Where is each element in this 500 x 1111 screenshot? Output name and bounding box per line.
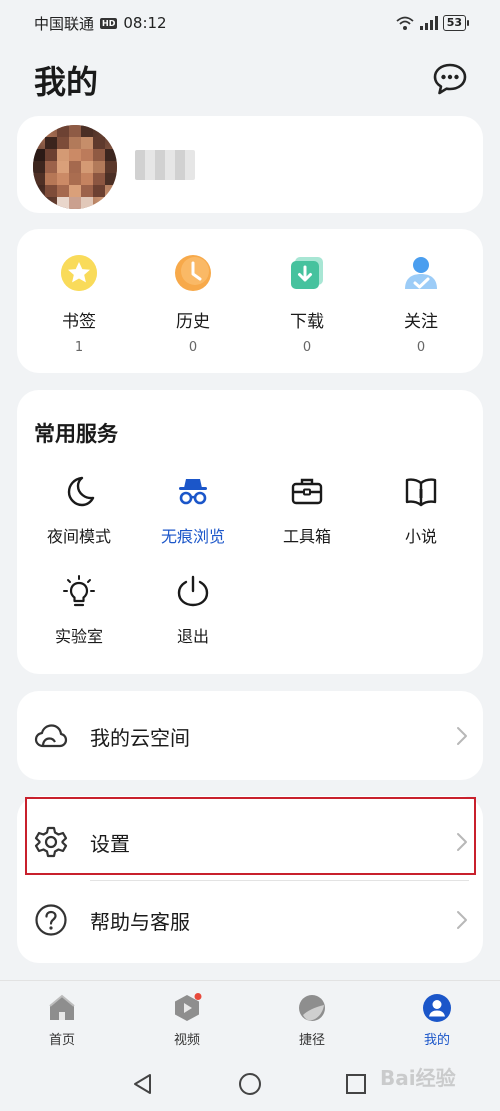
service-label-incognito: 无痕浏览 — [160, 527, 225, 546]
stat-label-history: 历史 — [176, 312, 210, 332]
incognito-icon — [179, 479, 207, 505]
service-night-mode[interactable]: 夜间模式 — [24, 474, 134, 547]
status-left: 中国联通 HD 08:12 — [34, 13, 167, 34]
watermark: Bai经验 — [380, 1066, 456, 1090]
nav-video[interactable]: 视频 — [147, 993, 227, 1048]
bottom-nav: 首页 视频 捷径 我的 — [0, 980, 500, 1058]
stat-value-history: 0 — [188, 340, 198, 355]
stat-downloads[interactable]: 下载 0 — [257, 253, 357, 355]
power-icon — [177, 575, 209, 607]
menu-label-help: 帮助与客服 — [90, 909, 190, 934]
settings-highlight-box — [25, 797, 476, 875]
avatar[interactable] — [33, 125, 117, 209]
recents-square-icon[interactable] — [344, 1072, 368, 1096]
status-bar: 中国联通 HD 08:12 53 — [0, 0, 500, 46]
status-right: 53 — [395, 15, 470, 31]
service-label-exit: 退出 — [176, 627, 209, 646]
services-card: 常用服务 夜间模式 无痕浏览 工具箱 小说 实验室 退出 — [17, 390, 483, 674]
wifi-icon — [396, 16, 414, 30]
toolbox-icon — [291, 478, 323, 505]
stat-label-following: 关注 — [404, 312, 438, 332]
lightbulb-icon — [63, 575, 95, 607]
profile-icon — [423, 994, 451, 1022]
page-title: 我的 — [34, 63, 99, 101]
chevron-right-icon — [457, 911, 467, 929]
status-time: 08:12 — [123, 14, 167, 32]
service-incognito[interactable]: 无痕浏览 — [138, 474, 248, 547]
home-icon — [49, 994, 75, 1020]
download-icon — [291, 257, 323, 289]
carrier-name: 中国联通 — [34, 14, 95, 33]
nav-label-home: 首页 — [48, 1033, 75, 1048]
cloud-icon — [34, 724, 68, 748]
chat-bubble-icon[interactable] — [432, 62, 468, 96]
bookmark-star-icon — [61, 255, 97, 291]
nav-label-shortcut: 捷径 — [298, 1033, 325, 1048]
service-exit[interactable]: 退出 — [138, 574, 248, 647]
signal-icon — [419, 16, 438, 30]
stat-label-bookmarks: 书签 — [62, 312, 96, 332]
service-label-night-mode: 夜间模式 — [46, 527, 111, 546]
back-triangle-icon[interactable] — [131, 1072, 155, 1096]
menu-row-help[interactable]: 帮助与客服 — [17, 880, 483, 960]
battery-indicator: 53 — [442, 15, 470, 31]
nav-profile[interactable]: 我的 — [397, 993, 477, 1048]
username-blurred — [135, 150, 195, 180]
service-label-novel: 小说 — [404, 527, 437, 546]
menu-row-cloud[interactable]: 我的云空间 — [17, 696, 483, 776]
nav-label-profile: 我的 — [423, 1033, 450, 1048]
nav-home[interactable]: 首页 — [22, 993, 102, 1048]
stats-card: 书签 1 历史 0 下载 0 关注 0 — [17, 229, 483, 373]
service-label-lab: 实验室 — [54, 627, 103, 646]
stat-value-following: 0 — [416, 340, 426, 355]
stat-history[interactable]: 历史 0 — [143, 253, 243, 355]
menu-label-cloud: 我的云空间 — [90, 725, 190, 750]
follow-user-icon — [405, 257, 437, 289]
stat-bookmarks[interactable]: 书签 1 — [29, 253, 129, 355]
home-circle-icon[interactable] — [238, 1072, 262, 1096]
video-icon — [175, 993, 202, 1021]
book-icon — [405, 478, 437, 507]
service-label-toolbox: 工具箱 — [282, 527, 331, 546]
profile-card[interactable] — [17, 116, 483, 213]
moon-icon — [67, 476, 95, 507]
nav-shortcut[interactable]: 捷径 — [272, 993, 352, 1048]
nav-label-video: 视频 — [173, 1033, 200, 1048]
service-toolbox[interactable]: 工具箱 — [252, 474, 362, 547]
help-question-icon — [35, 904, 67, 936]
stat-value-bookmarks: 1 — [74, 340, 84, 355]
service-lab[interactable]: 实验室 — [24, 574, 134, 647]
history-clock-icon — [175, 255, 211, 291]
stat-following[interactable]: 关注 0 — [371, 253, 471, 355]
service-novel[interactable]: 小说 — [366, 474, 476, 547]
shortcut-icon — [299, 995, 325, 1021]
services-title: 常用服务 — [34, 422, 118, 446]
hd-badge: HD — [100, 17, 118, 29]
chevron-right-icon — [457, 727, 467, 745]
stat-value-downloads: 0 — [302, 340, 312, 355]
stat-label-downloads: 下载 — [290, 312, 324, 332]
cloud-card: 我的云空间 — [17, 691, 483, 780]
